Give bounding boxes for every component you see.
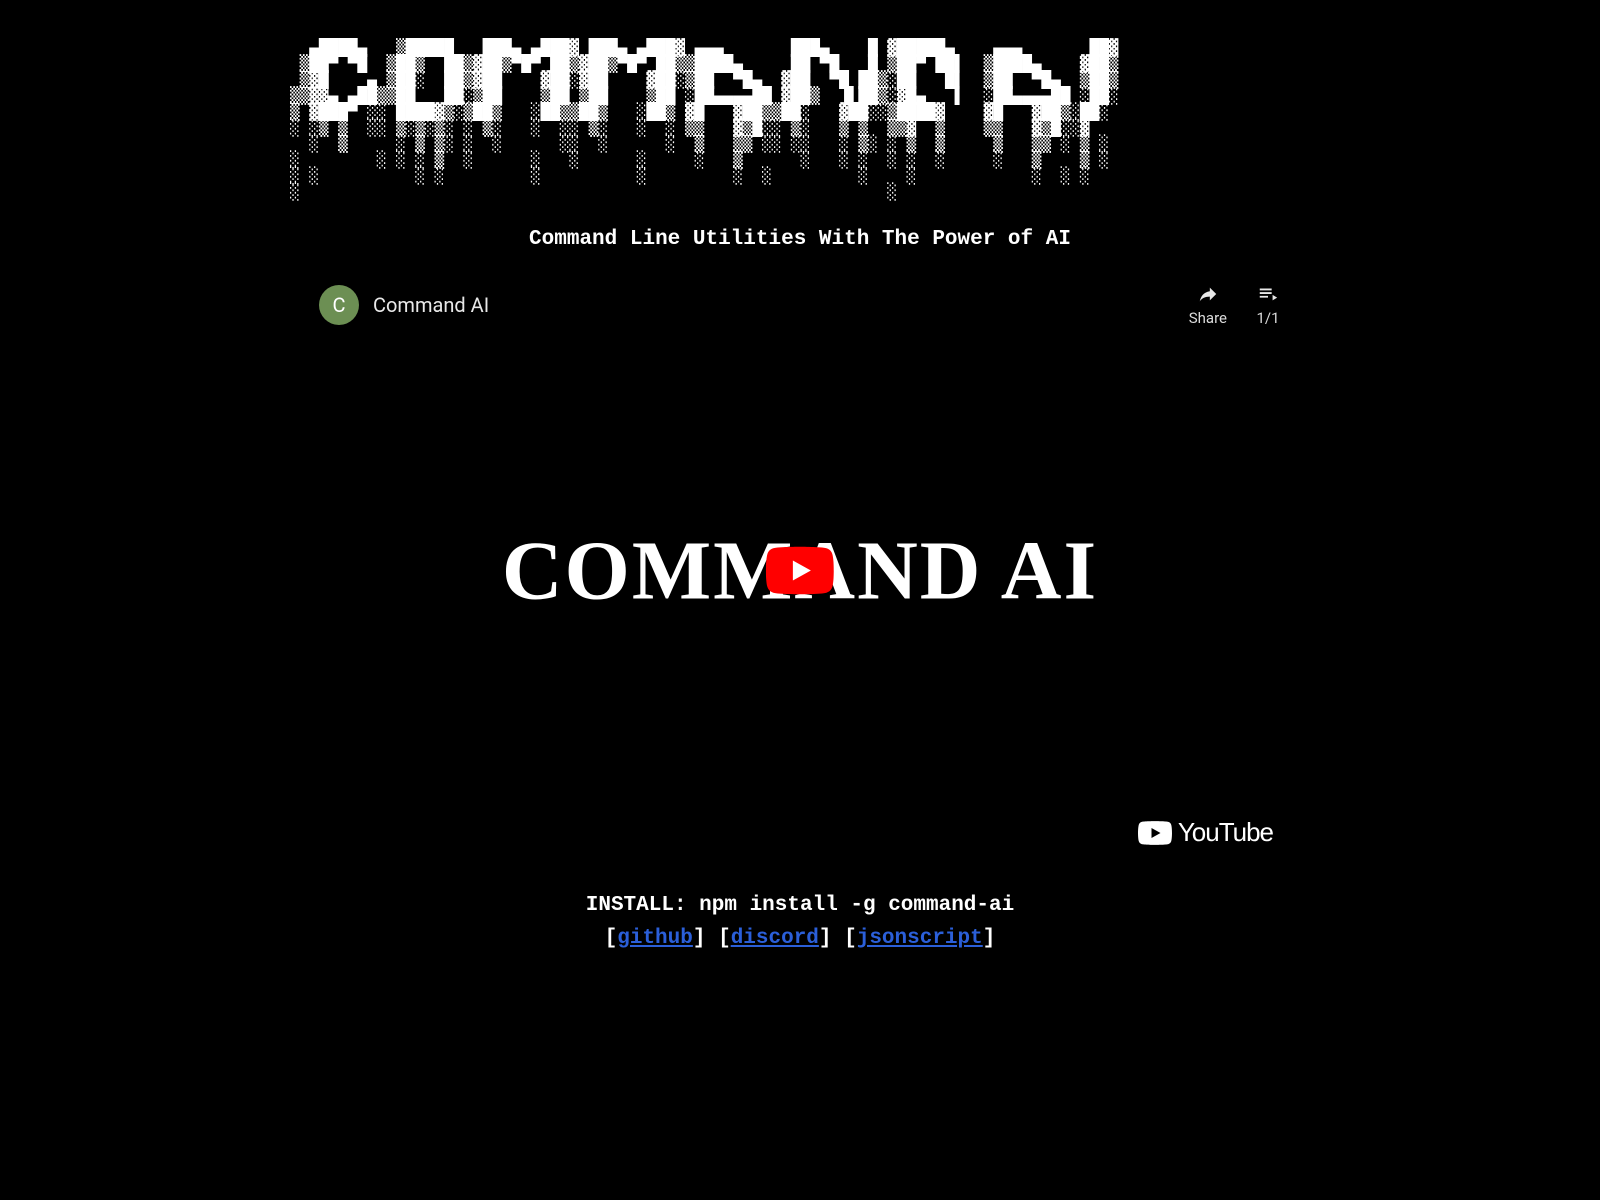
channel-avatar[interactable]: C [319, 285, 359, 325]
play-button[interactable] [766, 547, 834, 595]
ascii-logo: ▄████▄ ▒█████ ███▄ ▄███▓ ███▄ ▄███▓ ▄▄▄ … [290, 40, 1118, 200]
bracket: ] [ [693, 927, 731, 950]
subtitle: Command Line Utilities With The Power of… [529, 228, 1071, 251]
video-header: C Command AI Share 1/1 [319, 283, 1281, 327]
playlist-button[interactable]: 1/1 [1255, 283, 1281, 327]
playlist-label: 1/1 [1256, 309, 1279, 327]
share-button[interactable]: Share [1189, 283, 1227, 327]
github-link[interactable]: github [617, 927, 693, 950]
jsonscript-link[interactable]: jsonscript [857, 927, 983, 950]
bracket: [ [605, 927, 618, 950]
video-title[interactable]: Command AI [373, 293, 1189, 317]
video-thumbnail: COMMAND AI [502, 522, 1098, 619]
page: ▄████▄ ▒█████ ███▄ ▄███▓ ███▄ ▄███▓ ▄▄▄ … [0, 0, 1600, 950]
playlist-icon [1255, 283, 1281, 305]
youtube-logo[interactable]: YouTube [1138, 817, 1273, 848]
video-embed[interactable]: C Command AI Share 1/1 COMMAND AI [305, 273, 1295, 868]
share-icon [1195, 283, 1221, 305]
video-actions: Share 1/1 [1189, 283, 1281, 327]
youtube-label: YouTube [1178, 817, 1273, 848]
share-label: Share [1189, 309, 1227, 327]
links-row: [github] [discord] [jsonscript] [605, 927, 996, 950]
youtube-icon [1138, 821, 1172, 845]
install-command: INSTALL: npm install -g command-ai [586, 894, 1014, 917]
discord-link[interactable]: discord [731, 927, 819, 950]
bracket: ] [983, 927, 996, 950]
bracket: ] [ [819, 927, 857, 950]
